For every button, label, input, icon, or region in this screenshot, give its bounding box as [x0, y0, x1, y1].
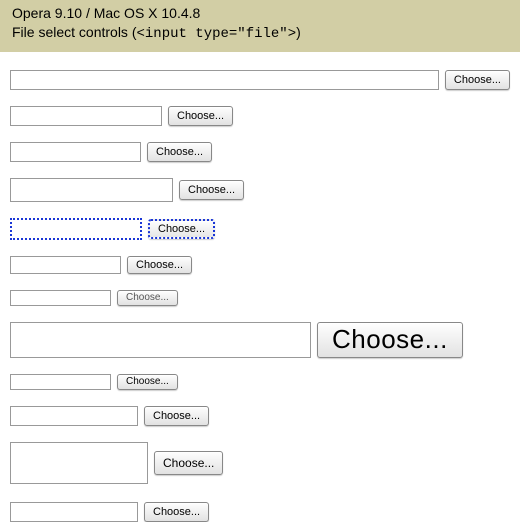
file-path-input[interactable]: [10, 442, 148, 484]
header-subtitle: File select controls (<input type="file"…: [12, 23, 508, 44]
choose-button[interactable]: Choose...: [144, 502, 209, 522]
file-path-input[interactable]: [10, 218, 142, 240]
subtitle-suffix: ): [296, 24, 301, 40]
header-title: Opera 9.10 / Mac OS X 10.4.8: [12, 4, 508, 23]
choose-button[interactable]: Choose...: [144, 406, 209, 426]
choose-button[interactable]: Choose...: [127, 256, 192, 274]
file-path-input[interactable]: [10, 178, 173, 202]
file-path-input[interactable]: [10, 502, 138, 522]
file-control-10: Choose...: [10, 406, 510, 426]
choose-button[interactable]: Choose...: [154, 451, 223, 475]
choose-button[interactable]: Choose...: [317, 322, 463, 358]
file-control-12: Choose...: [10, 502, 510, 522]
file-control-3: Choose...: [10, 142, 510, 162]
choose-button[interactable]: Choose...: [117, 374, 178, 390]
file-path-input[interactable]: [10, 406, 138, 426]
file-path-input[interactable]: [10, 290, 111, 306]
file-control-7: Choose...: [10, 290, 510, 306]
file-control-11: Choose...: [10, 442, 510, 484]
choose-button[interactable]: Choose...: [117, 290, 178, 306]
file-control-9: Choose...: [10, 374, 510, 390]
file-control-8-large: Choose...: [10, 322, 510, 358]
content-area: Choose... Choose... Choose... Choose... …: [0, 52, 520, 522]
choose-button[interactable]: Choose...: [147, 142, 212, 162]
file-control-5-focused: Choose...: [10, 218, 510, 240]
file-path-input[interactable]: [10, 256, 121, 274]
file-control-6: Choose...: [10, 256, 510, 274]
file-path-input[interactable]: [10, 374, 111, 390]
subtitle-prefix: File select controls (: [12, 24, 136, 40]
file-control-1: Choose...: [10, 70, 510, 90]
file-path-input[interactable]: [10, 322, 311, 358]
header-bar: Opera 9.10 / Mac OS X 10.4.8 File select…: [0, 0, 520, 52]
file-control-2: Choose...: [10, 106, 510, 126]
choose-button[interactable]: Choose...: [168, 106, 233, 126]
file-path-input[interactable]: [10, 70, 439, 90]
subtitle-code: <input type="file">: [136, 26, 296, 42]
choose-button[interactable]: Choose...: [445, 70, 510, 90]
file-path-input[interactable]: [10, 142, 141, 162]
choose-button[interactable]: Choose...: [148, 219, 215, 239]
file-path-input[interactable]: [10, 106, 162, 126]
choose-button[interactable]: Choose...: [179, 180, 244, 200]
file-control-4: Choose...: [10, 178, 510, 202]
